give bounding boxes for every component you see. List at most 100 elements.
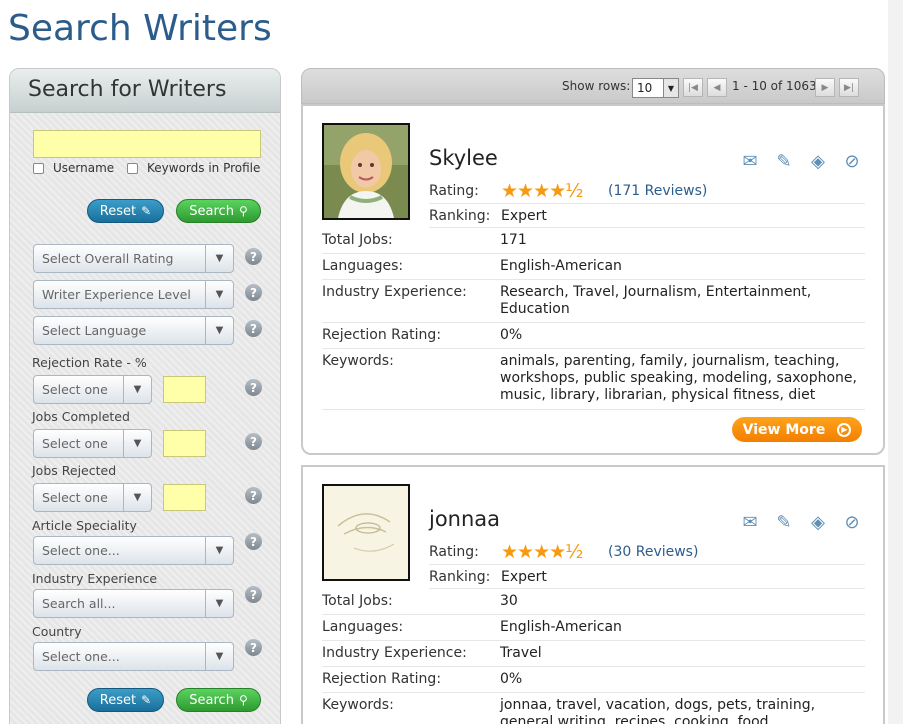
last-page-button[interactable]: ▶|: [839, 78, 859, 97]
rejection-row: Rejection Rating: 0%: [322, 323, 865, 349]
reviews-link[interactable]: (171 Reviews): [608, 183, 707, 199]
search-button-label: Search: [189, 203, 234, 219]
total-jobs-label: Total Jobs:: [322, 593, 393, 609]
languages-row: Languages: English-American: [322, 615, 865, 641]
jobs-completed-input[interactable]: [163, 430, 206, 457]
search-button-bottom[interactable]: Search ⚲: [176, 688, 261, 712]
reset-button-bottom[interactable]: Reset ✎: [87, 688, 164, 712]
industry-experience-select[interactable]: Search all... ▼: [33, 589, 234, 618]
ranking-value: Expert: [501, 207, 547, 224]
keywords-in-profile-checkbox[interactable]: [127, 162, 138, 174]
help-icon[interactable]: ?: [245, 379, 262, 396]
next-page-button[interactable]: ▶: [815, 78, 835, 97]
message-icon[interactable]: ✉: [739, 511, 761, 533]
overall-rating-select[interactable]: Select Overall Rating ▼: [33, 244, 234, 273]
keywords-in-profile-label: Keywords in Profile: [147, 161, 261, 175]
message-icon[interactable]: ✉: [739, 150, 761, 172]
experience-level-select[interactable]: Writer Experience Level ▼: [33, 280, 234, 309]
help-icon[interactable]: ?: [245, 487, 262, 504]
block-icon[interactable]: ⊘: [841, 511, 863, 533]
rejection-rate-select[interactable]: Select one ▼: [33, 375, 152, 404]
article-speciality-label: Article Speciality: [32, 518, 137, 533]
rejection-label: Rejection Rating:: [322, 671, 442, 687]
writer-actions: ✉ ✎ ◈ ⊘: [739, 150, 863, 172]
chevron-down-icon: ▼: [205, 537, 233, 564]
jobs-completed-select[interactable]: Select one ▼: [33, 429, 152, 458]
rejection-rate-select-value: Select one: [42, 382, 108, 397]
country-label: Country: [32, 624, 82, 639]
ranking-row: Ranking: Expert: [429, 204, 865, 228]
rating-label: Rating:: [429, 182, 479, 199]
prev-page-button[interactable]: ◀: [707, 78, 727, 97]
article-speciality-select[interactable]: Select one... ▼: [33, 536, 234, 565]
edit-icon[interactable]: ✎: [773, 511, 795, 533]
writer-photo: [324, 486, 408, 579]
keywords-row: Keywords: animals, parenting, family, jo…: [322, 349, 865, 410]
writer-card: Skylee ✉ ✎ ◈ ⊘ Rating: ★★★★½ (171 Review…: [301, 104, 885, 455]
reset-button-top[interactable]: Reset ✎: [87, 199, 164, 223]
total-jobs-value: 30: [500, 593, 518, 609]
chevron-down-icon: ▼: [123, 430, 151, 457]
reset-button-label: Reset: [99, 692, 137, 708]
rejection-rate-input[interactable]: [163, 376, 206, 403]
reset-button-label: Reset: [99, 203, 137, 219]
keywords-label: Keywords:: [322, 353, 394, 369]
rating-label: Rating:: [429, 543, 479, 560]
pencil-icon: ✎: [141, 204, 152, 218]
help-icon[interactable]: ?: [245, 284, 262, 301]
username-checkbox-label: Username: [53, 161, 115, 175]
help-icon[interactable]: ?: [245, 639, 262, 656]
help-icon[interactable]: ?: [245, 433, 262, 450]
view-more-button[interactable]: View More ▶: [732, 417, 862, 442]
username-checkbox[interactable]: [33, 162, 44, 174]
industry-experience-label: Industry Experience: [32, 571, 158, 586]
rejection-label: Rejection Rating:: [322, 327, 442, 343]
total-jobs-row: Total Jobs: 30: [322, 589, 865, 615]
rating-row: Rating: ★★★★½ (171 Reviews): [429, 178, 865, 204]
writer-avatar[interactable]: [322, 484, 410, 581]
username-checkbox-row[interactable]: Username: [33, 161, 114, 175]
chevron-down-icon: ▼: [663, 79, 678, 97]
page-scrollbar[interactable]: [888, 0, 903, 724]
writer-actions: ✉ ✎ ◈ ⊘: [739, 511, 863, 533]
help-icon[interactable]: ?: [245, 586, 262, 603]
search-button-label: Search: [189, 692, 234, 708]
language-select[interactable]: Select Language ▼: [33, 316, 234, 345]
chevron-down-icon: ▼: [123, 484, 151, 511]
pencil-icon: ✎: [141, 693, 152, 707]
keywords-row: Keywords: jonnaa, travel, vacation, dogs…: [322, 693, 865, 724]
keywords-label: Keywords:: [322, 697, 394, 713]
rating-row: Rating: ★★★★½ (30 Reviews): [429, 539, 865, 565]
rows-per-page-select[interactable]: 10 ▼: [632, 78, 679, 98]
languages-row: Languages: English-American: [322, 254, 865, 280]
total-jobs-label: Total Jobs:: [322, 232, 393, 248]
search-button-top[interactable]: Search ⚲: [176, 199, 261, 223]
arrow-right-icon: ▶: [837, 422, 852, 437]
help-icon[interactable]: ?: [245, 248, 262, 265]
jobs-rejected-input[interactable]: [163, 484, 206, 511]
help-icon[interactable]: ?: [245, 320, 262, 337]
country-select[interactable]: Select one... ▼: [33, 642, 234, 671]
writer-username[interactable]: jonnaa: [429, 507, 500, 531]
chevron-down-icon: ▼: [123, 376, 151, 403]
industry-row: Industry Experience: Research, Travel, J…: [322, 280, 865, 323]
edit-icon[interactable]: ✎: [773, 150, 795, 172]
tag-icon[interactable]: ◈: [807, 511, 829, 533]
magnifier-icon: ⚲: [238, 204, 248, 218]
jobs-rejected-select[interactable]: Select one ▼: [33, 483, 152, 512]
star-rating: ★★★★½: [501, 179, 584, 202]
keyword-search-input[interactable]: [33, 130, 261, 158]
writer-username[interactable]: Skylee: [429, 146, 498, 170]
star-rating: ★★★★½: [501, 540, 584, 563]
writer-avatar[interactable]: [322, 123, 410, 220]
ranking-row: Ranking: Expert: [429, 565, 865, 589]
keywords-in-profile-checkbox-row[interactable]: Keywords in Profile: [127, 161, 260, 175]
block-icon[interactable]: ⊘: [841, 150, 863, 172]
tag-icon[interactable]: ◈: [807, 150, 829, 172]
help-icon[interactable]: ?: [245, 533, 262, 550]
first-page-button[interactable]: |◀: [683, 78, 703, 97]
reviews-link[interactable]: (30 Reviews): [608, 544, 698, 560]
chevron-down-icon: ▼: [205, 245, 233, 272]
chevron-down-icon: ▼: [205, 317, 233, 344]
view-more-label: View More: [742, 421, 826, 438]
